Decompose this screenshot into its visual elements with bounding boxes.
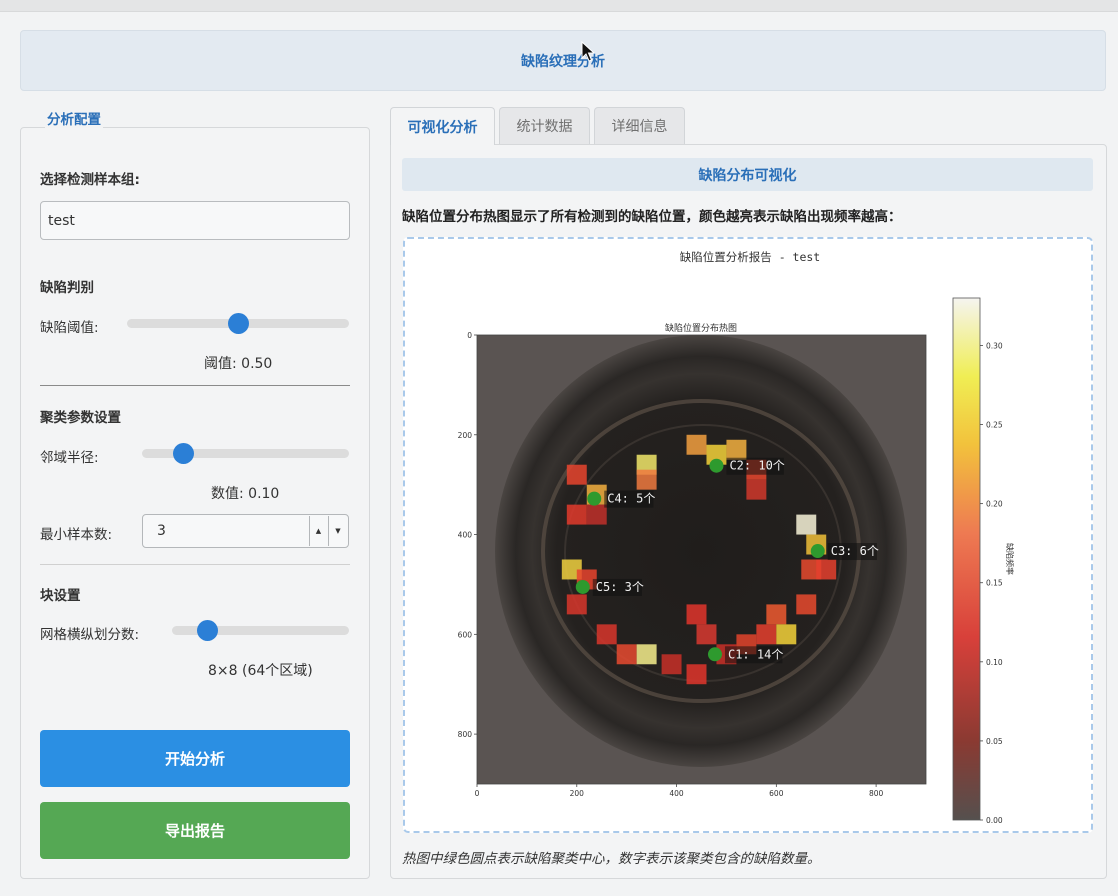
chart-container: 缺陷位置分析报告 - test 缺陷位置分布热图 C1: 14个 C2: 10个 C… xyxy=(403,237,1093,833)
app-header: 缺陷纹理分析 xyxy=(20,30,1106,91)
cluster-label: C5: 3个 xyxy=(596,580,644,594)
heat-cell xyxy=(636,644,657,665)
x-tick-label: 400 xyxy=(669,789,684,798)
heat-cell xyxy=(586,504,607,525)
heatmap-description: 缺陷位置分布热图显示了所有检测到的缺陷位置，颜色越亮表示缺陷出现频率越高： xyxy=(402,209,902,225)
x-axis: 0 200 400 600 800 xyxy=(475,784,884,798)
heat-cell xyxy=(661,654,682,675)
cluster-label: C4: 5个 xyxy=(607,492,655,506)
spin-up-arrow-icon[interactable]: ▲ xyxy=(309,516,327,546)
radius-slider-thumb[interactable] xyxy=(173,443,195,464)
grid-slider-thumb[interactable] xyxy=(197,620,219,641)
heat-cell xyxy=(686,664,707,685)
threshold-slider-thumb[interactable] xyxy=(228,313,249,334)
divider xyxy=(40,564,350,565)
heatmap-chart: 缺陷位置分析报告 - test 缺陷位置分布热图 C1: 14个C2: 10个C… xyxy=(458,250,1015,825)
colorbar xyxy=(952,297,981,821)
heat-cell xyxy=(686,434,707,455)
cluster-center-marker xyxy=(707,647,722,662)
heat-cell xyxy=(616,644,637,665)
tab-visual-analysis[interactable]: 可视化分析 xyxy=(390,107,495,145)
threshold-label: 缺陷阈值: xyxy=(40,320,99,336)
grid-value-text: 8×8 (64个区域) xyxy=(208,663,313,679)
colorbar-label: 缺陷频率 xyxy=(1005,543,1015,575)
x-tick-label: 0 xyxy=(475,789,480,798)
tab-statistics[interactable]: 统计数据 xyxy=(499,107,590,144)
radius-label: 邻域半径: xyxy=(40,450,99,466)
cluster-center-marker xyxy=(810,544,825,559)
threshold-slider[interactable] xyxy=(127,313,349,334)
y-tick-label: 600 xyxy=(458,630,473,639)
heat-cell xyxy=(816,559,837,580)
heat-cell xyxy=(756,624,777,645)
grid-label: 网格横纵划分数: xyxy=(40,627,140,643)
heat-cell xyxy=(726,439,747,460)
section-title-bar: 缺陷分布可视化 xyxy=(402,158,1093,191)
sample-group-input[interactable]: test xyxy=(40,201,350,240)
x-tick-label: 600 xyxy=(769,789,784,798)
x-tick-label: 800 xyxy=(869,789,884,798)
y-axis: 0 200 400 600 800 xyxy=(458,331,477,739)
chart-title: 缺陷位置分析报告 - test xyxy=(680,250,820,264)
min-samples-spinbox[interactable]: 3 ▲ ▼ xyxy=(142,514,349,548)
cluster-center-marker xyxy=(587,491,602,506)
divider xyxy=(40,385,350,386)
heat-cell xyxy=(796,594,817,615)
colorbar-tick-label: 0.15 xyxy=(986,579,1003,588)
heat-cell xyxy=(596,624,617,645)
heat-cell xyxy=(686,604,707,625)
export-report-button[interactable]: 导出报告 xyxy=(40,802,350,859)
radius-value-text: 数值: 0.10 xyxy=(211,486,280,502)
colorbar-tick-label: 0.20 xyxy=(986,500,1003,509)
heatmap-caption: 热图中绿色圆点表示缺陷聚类中心，数字表示该聚类包含的缺陷数量。 xyxy=(402,851,821,867)
chart-subtitle: 缺陷位置分布热图 xyxy=(665,322,737,334)
heat-cell xyxy=(566,594,587,615)
heat-cell xyxy=(636,469,657,490)
min-samples-value: 3 xyxy=(157,523,166,539)
start-analysis-button[interactable]: 开始分析 xyxy=(40,730,350,787)
colorbar-tick-label: 0.25 xyxy=(986,421,1003,430)
tab-details[interactable]: 详细信息 xyxy=(594,107,685,144)
cluster-label: C1: 14个 xyxy=(728,647,783,661)
cluster-section-heading: 聚类参数设置 xyxy=(40,410,121,426)
grid-slider[interactable] xyxy=(172,620,349,641)
y-tick-label: 800 xyxy=(458,730,473,739)
cluster-center-marker xyxy=(575,579,590,594)
cluster-center-marker xyxy=(709,458,724,473)
dropdown-arrow-icon[interactable]: ▼ xyxy=(328,516,347,546)
colorbar-tick-label: 0.30 xyxy=(986,341,1003,350)
y-tick-label: 200 xyxy=(458,431,473,440)
cluster-label: C3: 6个 xyxy=(831,544,879,558)
heat-cell xyxy=(566,504,587,525)
y-tick-label: 400 xyxy=(458,531,473,540)
defect-section-heading: 缺陷判别 xyxy=(40,280,94,296)
colorbar-ticks: 0.00 0.05 0.10 0.15 0.20 0.25 0.30 xyxy=(980,341,1003,825)
colorbar-tick-label: 0.10 xyxy=(986,658,1003,667)
y-tick-label: 0 xyxy=(467,331,472,340)
cluster-label: C2: 10个 xyxy=(729,459,784,473)
heat-cell xyxy=(766,604,787,625)
colorbar-tick-label: 0.00 xyxy=(986,816,1003,825)
colorbar-tick-label: 0.05 xyxy=(986,737,1003,746)
heat-cell xyxy=(796,514,817,535)
min-samples-label: 最小样本数: xyxy=(40,527,113,543)
window-top-strip xyxy=(0,0,1118,12)
block-section-heading: 块设置 xyxy=(40,588,81,604)
threshold-value-text: 阈值: 0.50 xyxy=(204,356,273,372)
heat-cell xyxy=(696,624,717,645)
config-group-title: 分析配置 xyxy=(45,108,103,128)
heat-cell xyxy=(566,464,587,485)
mouse-cursor-icon xyxy=(581,41,595,62)
heat-cell xyxy=(746,479,767,500)
sample-group-label: 选择检测样本组: xyxy=(40,172,140,188)
x-tick-label: 200 xyxy=(570,789,585,798)
plot-area: C1: 14个 C2: 10个 C3: 6个 C4: 5个 C5: 3个 xyxy=(477,335,926,784)
radius-slider[interactable] xyxy=(142,443,349,464)
heat-cell xyxy=(776,624,797,645)
